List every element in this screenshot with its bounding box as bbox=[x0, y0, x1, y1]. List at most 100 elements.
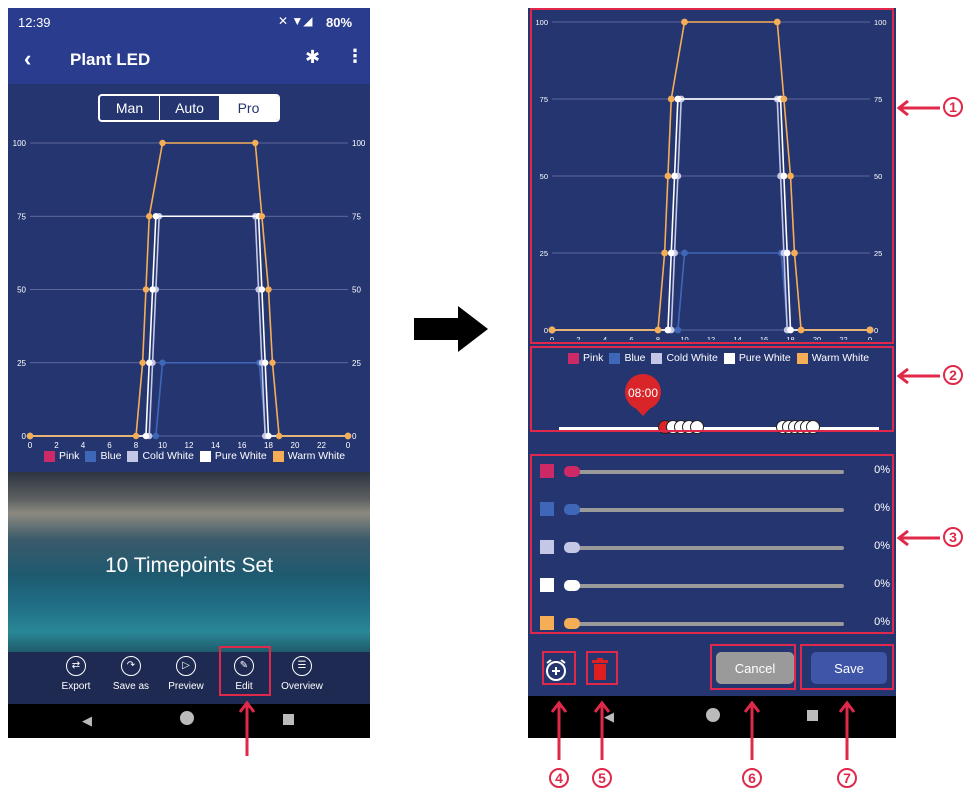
list-icon: ☰ bbox=[292, 656, 312, 676]
data-point-blue bbox=[152, 432, 160, 440]
data-point-warm-white bbox=[258, 213, 266, 220]
save-as-button[interactable]: ↷ Save as bbox=[103, 656, 159, 692]
data-point-warm-white bbox=[142, 286, 150, 293]
app-bar: ‹ Plant LED ✱ ⋮ bbox=[8, 36, 370, 84]
overview-button[interactable]: ☰ Overview bbox=[274, 656, 330, 692]
status-time: 12:39 bbox=[18, 15, 51, 30]
timepoints-count-text: 10 Timepoints Set bbox=[104, 554, 274, 577]
data-point-pure-white bbox=[152, 213, 160, 220]
android-nav-bar: ◀ bbox=[8, 704, 370, 738]
x-tick-label: 6 bbox=[107, 441, 112, 448]
data-point-warm-white bbox=[26, 432, 34, 440]
callout-arrow-3-icon bbox=[896, 530, 940, 546]
callout-box-add bbox=[542, 651, 576, 685]
legend-label-pure-white: Pure White bbox=[214, 450, 267, 462]
x-tick-label: 18 bbox=[264, 441, 273, 448]
data-point-warm-white bbox=[269, 359, 276, 366]
y-tick-label-left: 75 bbox=[17, 212, 26, 221]
legend-label-cold-white: Cold White bbox=[142, 450, 194, 462]
legend-label-warm-white: Warm White bbox=[287, 450, 346, 462]
callout-arrow-5-icon bbox=[593, 700, 611, 760]
legend-label-blue: Blue bbox=[100, 450, 122, 462]
callout-box-timeline bbox=[530, 346, 894, 432]
export-label: Export bbox=[61, 681, 91, 692]
data-point-warm-white bbox=[139, 359, 146, 366]
nav-recents-icon[interactable] bbox=[283, 714, 294, 725]
bottom-toolbar: ⇄ Export ↷ Save as ▷ Preview ✎ Edit ☰ Overvie… bbox=[8, 652, 370, 704]
data-point-warm-white bbox=[159, 139, 166, 147]
y-tick-label-right: 25 bbox=[352, 359, 361, 368]
share-icon: ↷ bbox=[121, 656, 141, 676]
x-tick-label: 16 bbox=[238, 441, 247, 448]
data-point-warm-white bbox=[132, 432, 140, 440]
callout-arrow-4-icon bbox=[550, 700, 568, 760]
status-bar: 12:39 ✕ ▼◢ 80% bbox=[8, 8, 370, 36]
data-point-warm-white bbox=[344, 432, 352, 440]
x-tick-label: 20 bbox=[291, 441, 300, 448]
y-tick-label-left: 0 bbox=[22, 432, 27, 441]
series-line-blue bbox=[30, 361, 348, 437]
export-icon: ⇄ bbox=[66, 656, 86, 676]
callout-number-1: 1 bbox=[943, 97, 963, 117]
data-point-warm-white bbox=[252, 139, 259, 147]
y-tick-label-left: 50 bbox=[17, 286, 26, 295]
export-button[interactable]: ⇄ Export bbox=[48, 656, 104, 692]
x-tick-label: 0 bbox=[346, 441, 351, 448]
y-tick-label-left: 25 bbox=[17, 359, 26, 368]
data-point-warm-white bbox=[146, 213, 153, 220]
x-tick-label: 8 bbox=[134, 441, 139, 448]
overview-label: Overview bbox=[281, 681, 323, 692]
callout-number-2: 2 bbox=[943, 365, 963, 385]
edit-highlight-box bbox=[219, 646, 271, 696]
up-arrow-annotation-icon bbox=[238, 700, 256, 756]
data-point-pure-white bbox=[149, 286, 156, 293]
data-point-pure-white bbox=[258, 286, 266, 293]
callout-number-5: 5 bbox=[592, 768, 612, 788]
play-icon: ▷ bbox=[176, 656, 196, 676]
save-as-label: Save as bbox=[112, 681, 150, 692]
data-point-pure-white bbox=[142, 432, 150, 440]
tab-auto[interactable]: Auto bbox=[159, 96, 219, 120]
tab-man[interactable]: Man bbox=[100, 96, 159, 120]
callout-arrow-7-icon bbox=[838, 700, 856, 760]
preview-button[interactable]: ▷ Preview bbox=[158, 656, 214, 692]
data-point-warm-white bbox=[265, 286, 272, 293]
y-tick-label-left: 100 bbox=[13, 139, 27, 148]
legend-swatch-warm-white bbox=[272, 450, 284, 462]
callout-arrow-2-icon bbox=[896, 368, 940, 384]
callout-box-cancel bbox=[710, 644, 796, 690]
x-tick-label: 12 bbox=[185, 441, 194, 448]
nav-home-icon[interactable] bbox=[706, 708, 720, 722]
legend-swatch-pink bbox=[44, 450, 55, 462]
data-point-blue bbox=[159, 359, 166, 366]
legend-swatch-cold-white bbox=[127, 450, 139, 462]
x-tick-label: 22 bbox=[317, 441, 326, 448]
bluetooth-icon[interactable]: ✱ bbox=[305, 47, 320, 68]
callout-box-chart bbox=[530, 8, 894, 344]
series-line-cold-white bbox=[30, 215, 348, 437]
callout-number-3: 3 bbox=[943, 527, 963, 547]
y-tick-label-right: 0 bbox=[352, 432, 357, 441]
tab-pro[interactable]: Pro bbox=[219, 96, 278, 120]
x-tick-label: 10 bbox=[158, 441, 167, 448]
x-tick-label: 0 bbox=[28, 441, 33, 448]
y-tick-label-right: 50 bbox=[352, 286, 361, 295]
y-tick-label-right: 75 bbox=[352, 212, 361, 221]
callout-number-4: 4 bbox=[549, 768, 569, 788]
nav-back-icon[interactable]: ◀ bbox=[82, 713, 92, 729]
callout-box-save bbox=[800, 644, 894, 690]
nav-recents-icon[interactable] bbox=[807, 710, 818, 721]
signal-icon: ✕ ▼◢ bbox=[278, 14, 313, 28]
hero-image: 10 Timepoints Set bbox=[8, 472, 370, 660]
left-phone-screen: 12:39 ✕ ▼◢ 80% ‹ Plant LED ✱ ⋮ Man Auto … bbox=[8, 8, 370, 738]
more-vert-icon[interactable]: ⋮ bbox=[346, 46, 364, 67]
back-arrow-icon[interactable]: ‹ bbox=[24, 46, 31, 72]
nav-home-icon[interactable] bbox=[180, 711, 194, 725]
chart-legend: Pink Blue Cold White Pure White Warm Whi… bbox=[44, 450, 345, 462]
battery-level: 80% bbox=[326, 15, 353, 30]
x-tick-label: 2 bbox=[54, 441, 59, 448]
callout-arrow-6-icon bbox=[743, 700, 761, 760]
transition-arrow-icon bbox=[414, 306, 488, 352]
callout-number-6: 6 bbox=[742, 768, 762, 788]
callout-box-sliders bbox=[530, 454, 894, 634]
